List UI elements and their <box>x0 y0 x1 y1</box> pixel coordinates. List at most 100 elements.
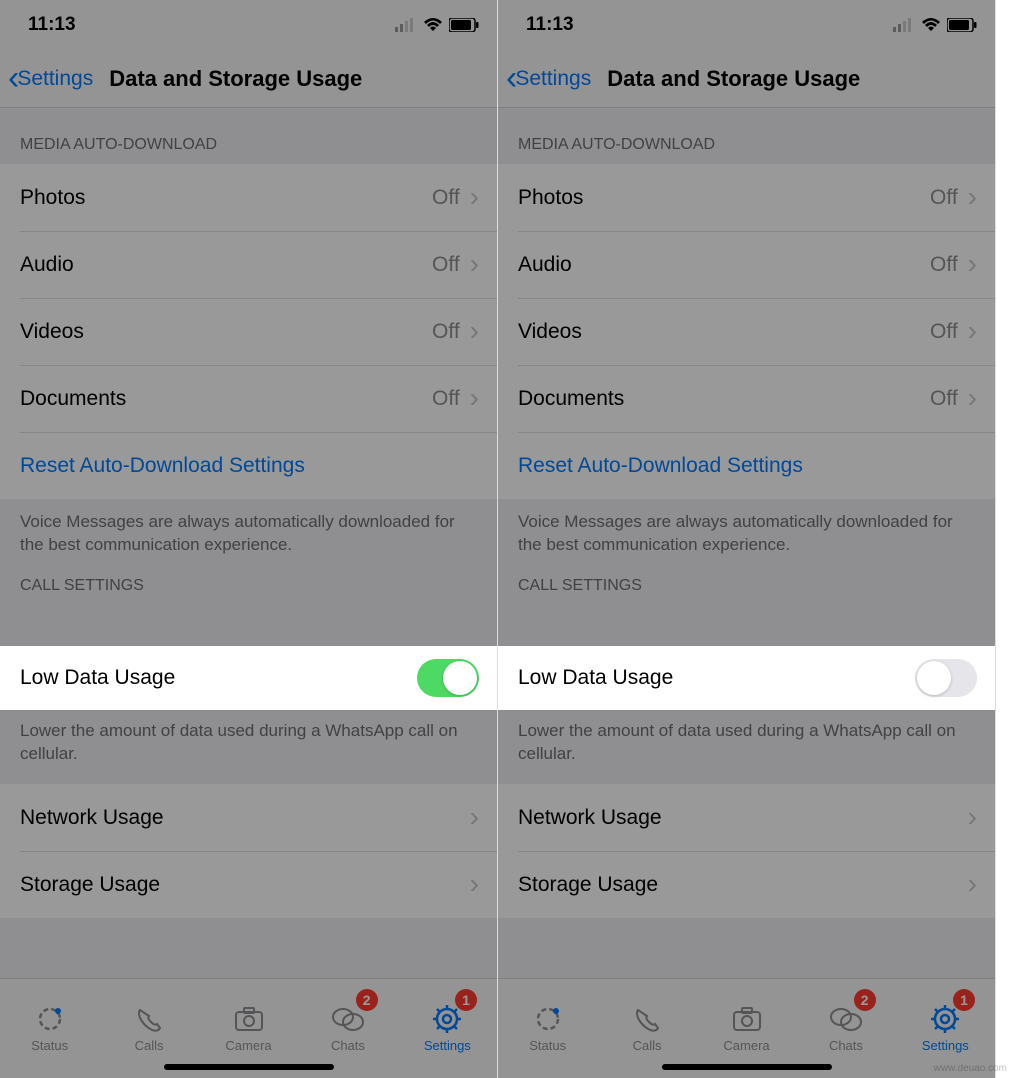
row-label: Documents <box>20 387 126 411</box>
call-footer-note: Lower the amount of data used during a W… <box>498 710 995 766</box>
row-value: Off <box>432 186 460 210</box>
tab-label: Camera <box>723 1038 769 1053</box>
tab-label: Settings <box>424 1038 471 1053</box>
row-storage-usage[interactable]: Storage Usage › <box>498 851 995 918</box>
chevron-right-icon: › <box>470 323 479 340</box>
row-value: Off <box>432 387 460 411</box>
section-header-media: Media Auto-Download <box>0 108 497 164</box>
chevron-right-icon: › <box>470 390 479 407</box>
reset-auto-download[interactable]: Reset Auto-Download Settings <box>0 432 497 499</box>
status-icons <box>395 18 479 32</box>
nav-bar: ‹ Settings Data and Storage Usage <box>0 50 497 108</box>
battery-icon <box>449 18 479 32</box>
row-label: Videos <box>20 320 84 344</box>
chevron-right-icon: › <box>968 809 977 826</box>
row-audio[interactable]: Audio Off › <box>498 231 995 298</box>
row-label: Low Data Usage <box>518 666 673 690</box>
tab-status[interactable]: Status <box>0 979 99 1078</box>
signal-icon <box>395 18 417 32</box>
row-label: Network Usage <box>20 806 164 830</box>
row-documents[interactable]: Documents Off› <box>498 365 995 432</box>
badge-settings: 1 <box>953 989 975 1011</box>
back-label: Settings <box>17 67 93 91</box>
home-indicator <box>164 1064 334 1070</box>
row-label: Photos <box>20 186 85 210</box>
row-value: Off <box>930 387 958 411</box>
toggle-knob <box>917 661 951 695</box>
row-audio[interactable]: Audio Off › <box>0 231 497 298</box>
row-value: Off <box>930 186 958 210</box>
signal-icon <box>893 18 915 32</box>
back-button[interactable]: ‹ Settings <box>504 67 593 91</box>
media-footer-note: Voice Messages are always automatically … <box>0 499 497 557</box>
row-network-usage[interactable]: Network Usage › <box>0 784 497 851</box>
page-title: Data and Storage Usage <box>109 66 362 92</box>
row-documents[interactable]: Documents Off › <box>0 365 497 432</box>
phone-icon <box>132 1004 166 1034</box>
row-label: Audio <box>518 253 572 277</box>
tab-label: Status <box>529 1038 566 1053</box>
low-data-toggle[interactable] <box>417 659 479 697</box>
tab-label: Calls <box>633 1038 662 1053</box>
low-data-toggle[interactable] <box>915 659 977 697</box>
tab-bar: Status Calls Camera 2 Chats 1 Settings <box>0 978 497 1078</box>
tab-label: Chats <box>331 1038 365 1053</box>
row-low-data-usage[interactable]: Low Data Usage <box>0 646 497 710</box>
chevron-right-icon: › <box>968 323 977 340</box>
row-label: Storage Usage <box>20 873 160 897</box>
camera-icon <box>730 1004 764 1034</box>
badge-chats: 2 <box>854 989 876 1011</box>
chevron-right-icon: › <box>968 390 977 407</box>
section-header-media: Media Auto-Download <box>498 108 995 164</box>
tab-label: Calls <box>135 1038 164 1053</box>
row-videos[interactable]: Videos Off› <box>498 298 995 365</box>
status-icons <box>893 18 977 32</box>
tab-status[interactable]: Status <box>498 979 597 1078</box>
reset-auto-download[interactable]: Reset Auto-Download Settings <box>498 432 995 499</box>
status-icon <box>531 1004 565 1034</box>
row-label: Reset Auto-Download Settings <box>20 454 305 478</box>
row-value: Off <box>930 253 958 277</box>
status-time: 11:13 <box>526 14 574 36</box>
row-value: Off <box>432 253 460 277</box>
row-photos[interactable]: Photos Off › <box>0 164 497 231</box>
home-indicator <box>662 1064 832 1070</box>
page-title: Data and Storage Usage <box>607 66 860 92</box>
tab-label: Status <box>31 1038 68 1053</box>
back-label: Settings <box>515 67 591 91</box>
chevron-right-icon: › <box>470 876 479 893</box>
row-label: Audio <box>20 253 74 277</box>
call-footer-note: Lower the amount of data used during a W… <box>0 710 497 766</box>
back-button[interactable]: ‹ Settings <box>6 67 95 91</box>
row-label: Videos <box>518 320 582 344</box>
row-network-usage[interactable]: Network Usage › <box>498 784 995 851</box>
chevron-right-icon: › <box>968 876 977 893</box>
watermark: www.deuao.com <box>934 1063 1007 1074</box>
tab-bar: Status Calls Camera 2 Chats 1 Settings <box>498 978 995 1078</box>
row-videos[interactable]: Videos Off› <box>0 298 497 365</box>
tab-label: Settings <box>922 1038 969 1053</box>
status-time: 11:13 <box>28 14 76 36</box>
section-header-call: Call Settings <box>0 557 497 605</box>
chevron-right-icon: › <box>968 256 977 273</box>
badge-chats: 2 <box>356 989 378 1011</box>
tab-settings[interactable]: 1 Settings <box>398 979 497 1078</box>
row-label: Storage Usage <box>518 873 658 897</box>
status-bar: 11:13 <box>0 0 497 50</box>
row-storage-usage[interactable]: Storage Usage › <box>0 851 497 918</box>
chevron-right-icon: › <box>470 189 479 206</box>
status-bar: 11:13 <box>498 0 995 50</box>
media-footer-note: Voice Messages are always automatically … <box>498 499 995 557</box>
chevron-right-icon: › <box>968 189 977 206</box>
row-label: Network Usage <box>518 806 662 830</box>
chevron-right-icon: › <box>470 809 479 826</box>
badge-settings: 1 <box>455 989 477 1011</box>
tab-label: Camera <box>225 1038 271 1053</box>
chevron-right-icon: › <box>470 256 479 273</box>
status-icon <box>33 1004 67 1034</box>
tab-label: Chats <box>829 1038 863 1053</box>
row-photos[interactable]: Photos Off› <box>498 164 995 231</box>
row-label: Reset Auto-Download Settings <box>518 454 803 478</box>
row-label: Low Data Usage <box>20 666 175 690</box>
row-low-data-usage[interactable]: Low Data Usage <box>498 646 995 710</box>
